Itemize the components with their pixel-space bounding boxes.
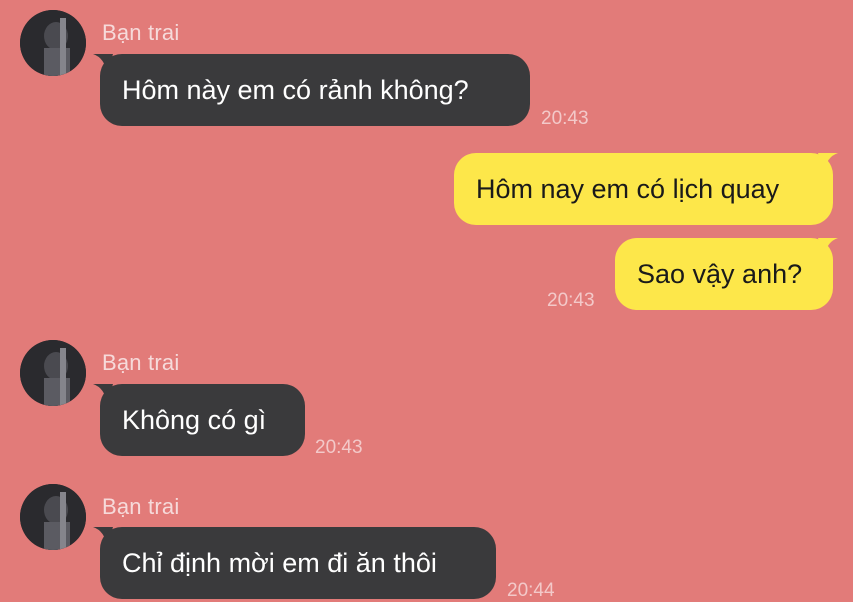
message-timestamp: 20:43 <box>315 437 363 458</box>
sender-avatar[interactable] <box>20 10 86 76</box>
message-timestamp: 20:43 <box>547 290 595 311</box>
message-timestamp: 20:43 <box>541 108 589 129</box>
message-bubble[interactable]: Hôm này em có rảnh không? <box>100 54 530 126</box>
message-bubble[interactable]: Chỉ định mời em đi ăn thôi <box>100 527 496 599</box>
sender-name: Bạn trai <box>102 494 180 519</box>
sender-name: Bạn trai <box>102 350 180 375</box>
message-bubble[interactable]: Không có gì <box>100 384 305 456</box>
message-bubble[interactable]: Sao vậy anh? <box>615 238 833 310</box>
message-timestamp: 20:44 <box>507 580 555 601</box>
sender-name: Bạn trai <box>102 20 180 45</box>
sender-avatar[interactable] <box>20 484 86 550</box>
message-bubble[interactable]: Hôm nay em có lịch quay <box>454 153 833 225</box>
sender-avatar[interactable] <box>20 340 86 406</box>
